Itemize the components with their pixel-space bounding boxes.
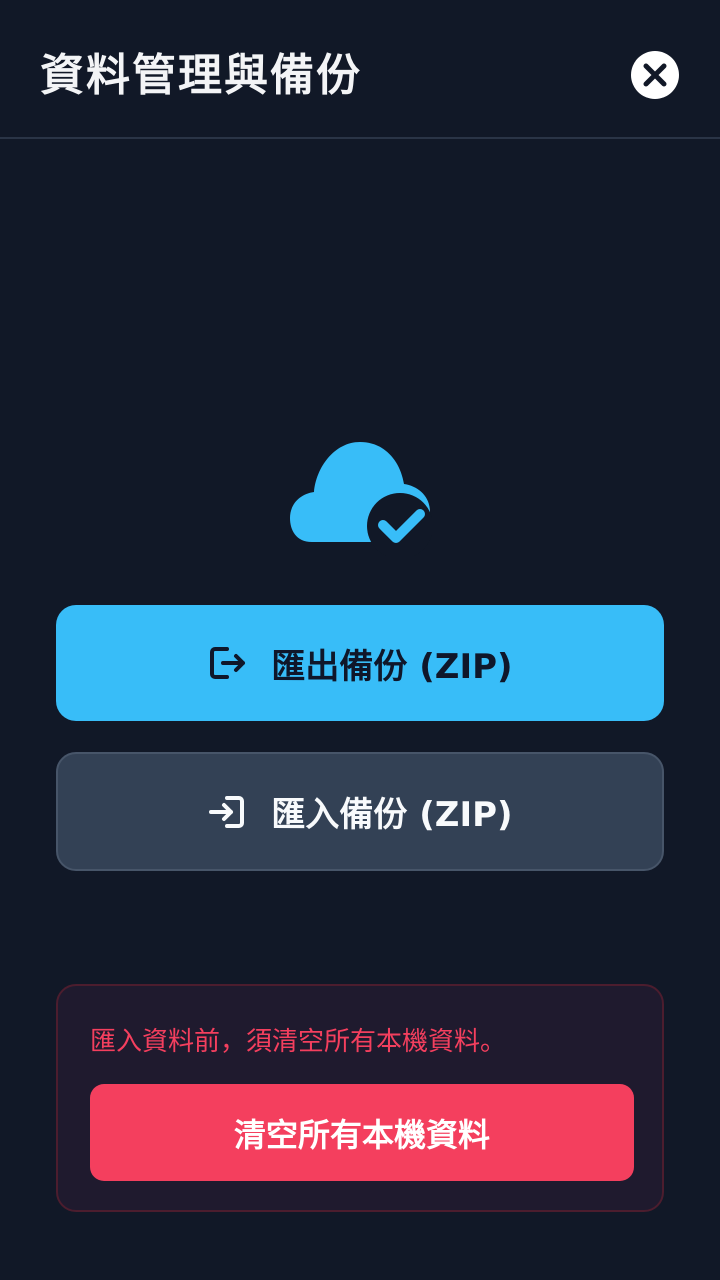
- close-button[interactable]: [631, 51, 679, 99]
- import-icon: [207, 792, 247, 832]
- cloud-check-icon: [290, 442, 432, 556]
- export-backup-button[interactable]: 匯出備份 (ZIP): [56, 605, 664, 721]
- header: 資料管理與備份: [0, 0, 720, 139]
- clear-data-warning: 匯入資料前，須清空所有本機資料。: [90, 1027, 507, 1057]
- import-backup-button[interactable]: 匯入備份 (ZIP): [56, 752, 664, 871]
- data-backup-screen: 資料管理與備份 匯出備份 (ZIP) 匯入備份 (ZIP) 匯入資料前，須清空所…: [0, 0, 720, 1280]
- export-icon: [207, 643, 247, 683]
- clear-local-data-button[interactable]: 清空所有本機資料: [90, 1084, 634, 1181]
- close-icon: [643, 63, 667, 87]
- page-title: 資料管理與備份: [40, 50, 362, 101]
- export-button-label: 匯出備份 (ZIP): [271, 646, 513, 687]
- danger-zone: 匯入資料前，須清空所有本機資料。 清空所有本機資料: [56, 984, 664, 1212]
- import-button-label: 匯入備份 (ZIP): [271, 795, 513, 835]
